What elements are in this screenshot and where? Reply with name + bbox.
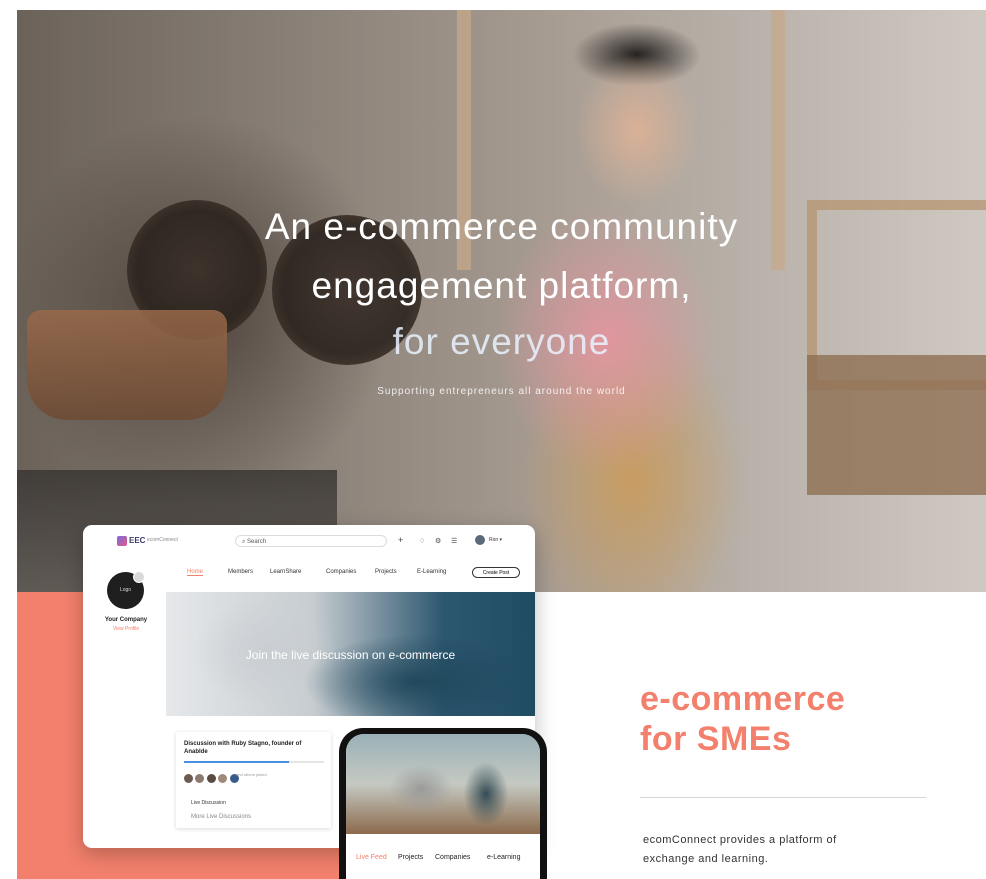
phone-tab-elearning[interactable]: e-Learning (487, 854, 520, 861)
phone-nav: Live Feed Projects Companies e-Learning (346, 854, 540, 868)
nav-item-members[interactable]: Members (228, 569, 253, 575)
user-menu[interactable]: Ron ▾ (489, 537, 502, 543)
app-topbar: EEC ecomConnect ⌕ Search + ♢ ⚙ ☰ Ron ▾ (83, 525, 535, 559)
feature-title-line2: for SMEs (640, 720, 792, 758)
phone-feed-image[interactable] (346, 734, 540, 834)
hero-headline-line3: for everyone (392, 321, 611, 362)
edit-badge-icon[interactable] (133, 571, 145, 583)
app-nav: Home Members LearnShare Companies Projec… (83, 567, 535, 583)
live-discussion-label: Live Discussion (191, 800, 226, 806)
app-logo-subtitle: ecomConnect (147, 537, 178, 543)
app-logo-text: EEC (129, 536, 146, 546)
feature-divider (640, 797, 926, 798)
discussion-card[interactable]: Discussion with Ruby Stagno, founder of … (176, 732, 331, 828)
discussion-progress-fill (184, 761, 289, 763)
nav-item-projects[interactable]: Projects (375, 569, 397, 575)
menu-icon[interactable]: ☰ (451, 537, 457, 545)
create-post-button[interactable]: Create Post (472, 567, 520, 578)
view-profile-link[interactable]: View Profile (91, 626, 161, 632)
search-placeholder: Search (247, 539, 267, 545)
participants-note: and others joined (236, 772, 267, 777)
company-name: Your Company (104, 617, 148, 623)
logo-mark-icon (117, 536, 127, 546)
discussion-title: Discussion with Ruby Stagno, founder of … (184, 741, 302, 755)
more-live-discussions-link[interactable]: More Live Discussions (191, 814, 251, 820)
bell-icon[interactable]: ♢ (419, 537, 425, 545)
live-discussion-banner[interactable]: Join the live discussion on e-commerce (166, 592, 535, 716)
feature-title: e-commerce for SMEs (640, 679, 845, 759)
phone-tab-companies[interactable]: Companies (435, 854, 470, 861)
app-logo[interactable]: EEC (117, 536, 145, 546)
user-avatar[interactable] (475, 535, 485, 545)
nav-item-companies[interactable]: Companies (326, 569, 356, 575)
hero-subheadline: Supporting entrepreneurs all around the … (377, 386, 626, 397)
hero-photo-counter (807, 355, 986, 495)
hero-section: An e-commerce community engagement platf… (17, 10, 986, 592)
hero-headline-line2: engagement platform, (311, 265, 692, 306)
nav-item-home[interactable]: Home (187, 569, 204, 576)
nav-item-learnshare[interactable]: LearnShare (270, 569, 301, 575)
search-input[interactable]: ⌕ Search (235, 535, 387, 547)
phone-screen: Live Feed Projects Companies e-Learning (346, 734, 540, 879)
avatar (184, 774, 193, 783)
discussion-progress-bar (184, 761, 324, 763)
feature-description-line1: ecomConnect provides a platform of (643, 834, 837, 846)
participant-avatars (184, 770, 239, 788)
feature-description: ecomConnect provides a platform of excha… (643, 831, 923, 869)
feature-description-line2: exchange and learning. (643, 853, 769, 865)
hero-headline-line1: An e-commerce community (264, 206, 739, 247)
phone-tab-projects[interactable]: Projects (398, 854, 423, 861)
phone-tab-live-feed[interactable]: Live Feed (356, 854, 387, 861)
avatar (195, 774, 205, 783)
feature-title-line1: e-commerce (640, 680, 846, 718)
banner-text: Join the live discussion on e-commerce (245, 648, 456, 662)
nav-item-elearning[interactable]: E-Learning (417, 569, 446, 575)
gear-icon[interactable]: ⚙ (435, 537, 441, 545)
phone-mockup: Live Feed Projects Companies e-Learning (339, 728, 547, 879)
avatar (218, 774, 228, 783)
plus-icon[interactable]: + (398, 535, 403, 545)
avatar (206, 774, 216, 783)
